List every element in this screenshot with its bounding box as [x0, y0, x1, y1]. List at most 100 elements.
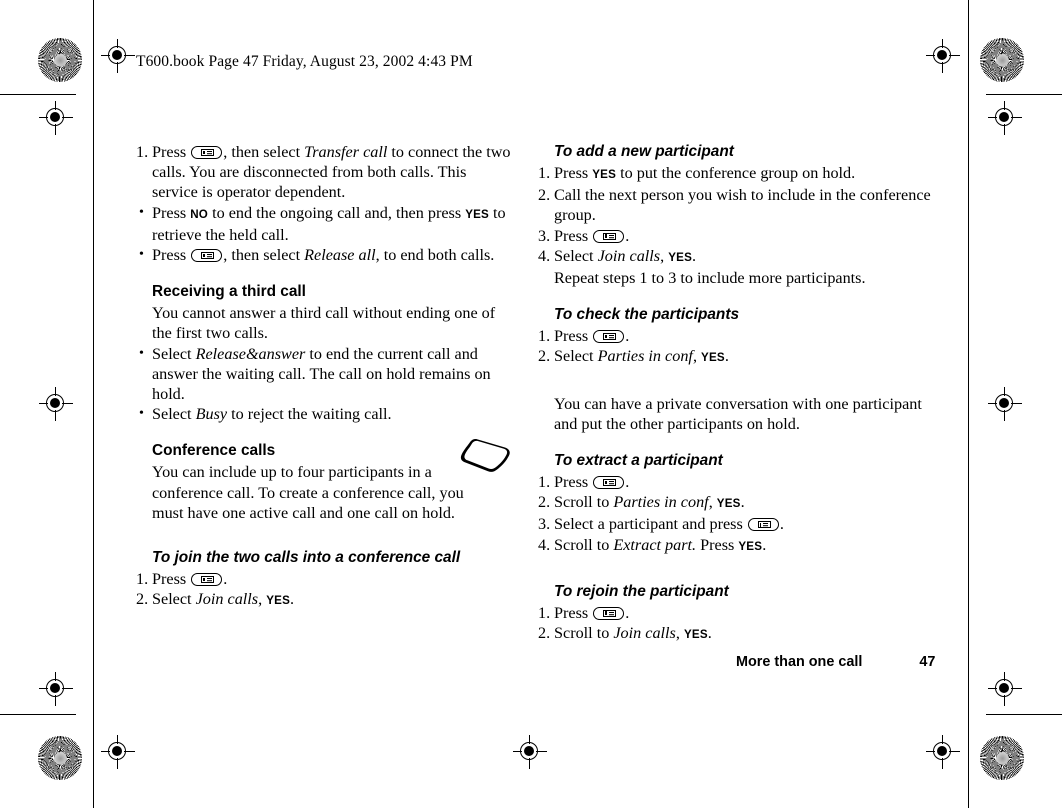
list-marker: 3. — [538, 226, 551, 245]
step-text: Select Join calls, YES. — [152, 590, 295, 609]
list-item: 2. Scroll to Parties in conf, YES. — [538, 492, 938, 514]
paragraph-conference: You can include up to four participants … — [152, 463, 464, 522]
step-text: Scroll to Extract part. Press YES. — [554, 535, 767, 554]
list-marker: 1. — [538, 603, 551, 622]
right-text-column: To add a new participant 1. Press YES to… — [538, 142, 938, 645]
menu-key-icon — [593, 229, 625, 243]
list-item: • Select Release&answer to end the curre… — [136, 344, 511, 405]
step-text: Press . — [152, 570, 228, 589]
trim-line-top-left-v — [93, 0, 94, 76]
list-item: 4. Scroll to Extract part. Press YES. — [538, 535, 938, 557]
list-item: 3. Press . — [538, 226, 938, 246]
paragraph-receiving: You cannot answer a third call without e… — [152, 304, 496, 343]
menu-key-icon — [747, 518, 779, 532]
list-marker: 1. — [136, 143, 149, 161]
list-marker: 1. — [538, 327, 551, 346]
key-label: YES — [668, 250, 693, 264]
starburst-mark-bottom-left — [38, 736, 82, 780]
list-item: 1. Press , then select Transfer call to … — [136, 142, 511, 203]
footer-section-title: More than one call — [736, 654, 863, 670]
heading-extract-participant: To extract a participant — [554, 452, 723, 470]
menu-item-name: Parties in conf — [613, 493, 709, 512]
heading-join-two-calls: To join the two calls into a conference … — [152, 549, 461, 567]
menu-key-icon — [593, 606, 625, 620]
key-label: YES — [701, 351, 725, 365]
registration-mark-lower-left — [39, 672, 73, 706]
menu-item-name: Extract part. — [613, 535, 697, 554]
key-label: NO — [190, 207, 209, 221]
step-text: Call the next person you wish to include… — [554, 186, 931, 225]
registration-mark-bottom-right — [926, 735, 960, 769]
list-marker: 4. — [538, 246, 551, 265]
menu-key-icon — [191, 146, 223, 159]
list-item: 2. Select Join calls, YES. — [136, 589, 511, 611]
step-text: Press . — [554, 603, 630, 622]
list-marker: 2. — [538, 186, 551, 205]
key-label: YES — [592, 168, 617, 181]
list-item: • Press , then select Release all, to en… — [136, 245, 511, 265]
list-marker: 1. — [136, 570, 149, 589]
registration-mark-bottom-left — [101, 735, 135, 769]
heading-add-participant: To add a new participant — [554, 143, 734, 160]
menu-item-name: Transfer call — [304, 143, 388, 161]
step-text: Scroll to Join calls, YES. — [554, 624, 712, 643]
step-text: Press . — [554, 473, 630, 492]
heading-check-participants: To check the participants — [554, 306, 740, 324]
menu-item-name: Join calls — [613, 624, 676, 643]
list-marker: 1. — [538, 473, 551, 492]
starburst-mark-top-left — [38, 38, 82, 82]
trim-line-top-right-v — [968, 0, 969, 76]
phone-illustration-icon — [458, 436, 514, 482]
menu-key-icon — [191, 573, 223, 587]
list-marker: 4. — [538, 535, 551, 554]
list-item: 2. Call the next person you wish to incl… — [538, 185, 938, 225]
starburst-mark-top-right — [980, 38, 1024, 82]
key-label: YES — [716, 497, 741, 511]
registration-mark-top-right — [926, 39, 960, 73]
registration-mark-mid-right — [988, 387, 1022, 421]
trim-line-bottom-left-v — [93, 732, 94, 808]
menu-item-name: Parties in conf — [597, 347, 693, 366]
list-item: 1. Press YES to put the conference group… — [538, 163, 938, 185]
trim-line-bottom-left-h — [0, 714, 76, 715]
trim-line-bottom-right-h — [986, 714, 1062, 715]
trim-line-top-right-h — [986, 94, 1062, 95]
step-text: Press . — [554, 327, 630, 346]
list-marker: 2. — [538, 624, 551, 643]
step-text: Select Busy to reject the waiting call. — [152, 405, 392, 424]
menu-item-name: Release&answer — [195, 344, 306, 363]
key-label: YES — [266, 594, 291, 608]
heading-receiving-third-call: Receiving a third call — [152, 283, 306, 301]
list-marker: • — [139, 247, 144, 263]
step-text: Select Release&answer to end the current… — [152, 344, 491, 404]
page-frame-right-edge — [968, 76, 969, 732]
menu-key-icon — [593, 330, 625, 344]
page-number: 47 — [919, 654, 936, 670]
step-text: Press YES to put the conference group on… — [554, 164, 856, 182]
list-marker: 2. — [136, 590, 149, 609]
list-item: 2. Scroll to Join calls, YES. — [538, 623, 938, 645]
trim-line-top-left-h — [0, 94, 76, 95]
list-item: 1. Press . — [136, 569, 511, 589]
registration-mark-mid-left — [39, 387, 73, 421]
registration-mark-upper-left — [39, 101, 73, 135]
list-item: 4. Select Join calls, YES. — [538, 246, 938, 268]
list-item: 1. Press . — [538, 326, 938, 346]
list-marker: 2. — [538, 493, 551, 512]
step-text: Press . — [554, 226, 630, 245]
menu-key-icon — [593, 476, 625, 490]
list-item: • Select Busy to reject the waiting call… — [136, 404, 511, 424]
heading-rejoin-participant: To rejoin the participant — [554, 582, 729, 600]
key-label: YES — [465, 207, 489, 221]
menu-item-name: Join calls — [195, 590, 259, 609]
step-text: Press NO to end the ongoing call and, th… — [152, 203, 506, 244]
list-item: 1. Press . — [538, 472, 938, 492]
book-file-header: T600.book Page 47 Friday, August 23, 200… — [136, 53, 473, 70]
step-text: Select Join calls, YES. — [554, 246, 697, 265]
menu-item-name: Busy — [195, 405, 228, 424]
manual-page: T600.book Page 47 Friday, August 23, 200… — [0, 0, 1062, 808]
list-marker: • — [139, 345, 144, 361]
registration-mark-bottom-center — [513, 735, 547, 769]
list-marker: 2. — [538, 347, 551, 366]
key-label: YES — [683, 628, 708, 642]
